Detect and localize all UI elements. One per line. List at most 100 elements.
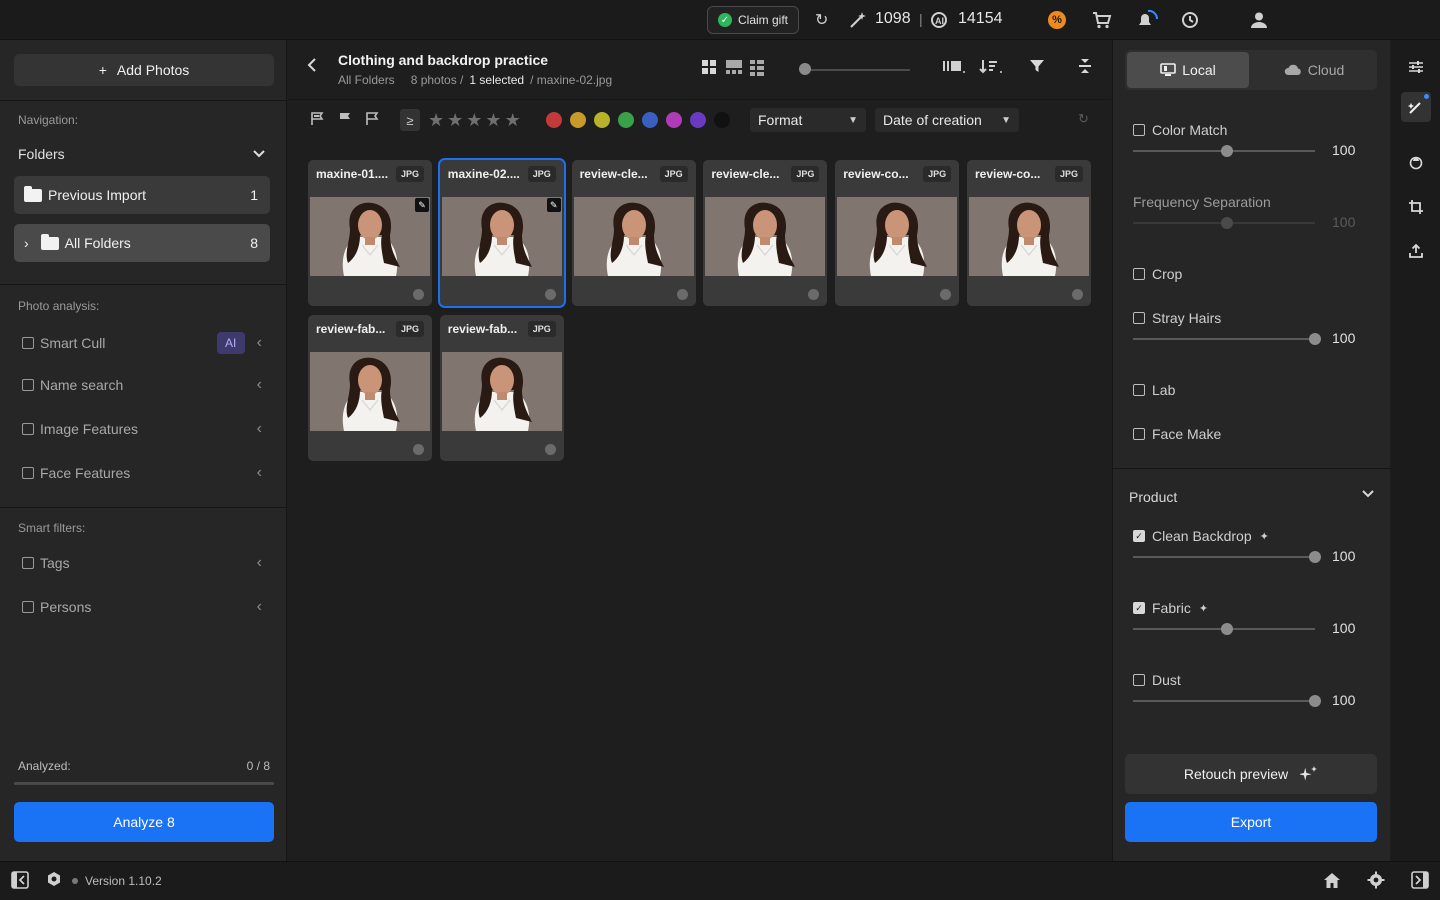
star-icon[interactable]: ★ — [505, 110, 521, 131]
chevron-left-icon[interactable]: ‹ — [257, 598, 262, 616]
chevron-right-icon[interactable]: › — [24, 235, 29, 251]
checkbox[interactable] — [1133, 428, 1145, 440]
reset-filters-icon[interactable]: ↻ — [1078, 111, 1089, 127]
color-label-dot[interactable] — [594, 112, 610, 128]
photo-thumbnail-card[interactable]: review-co... JPG — [967, 160, 1091, 306]
retouch-option[interactable]: Stray Hairs — [1133, 310, 1373, 326]
notifications-bell-icon[interactable] — [1135, 9, 1159, 31]
rating-stars[interactable]: ★ ★ ★ ★ ★ — [428, 110, 521, 131]
filter-funnel-icon[interactable] — [1029, 58, 1045, 79]
checkbox[interactable]: ✓ — [1133, 602, 1145, 614]
intensity-slider[interactable] — [1133, 623, 1315, 635]
retouch-option[interactable]: Frequency Separation — [1133, 194, 1373, 210]
checkbox[interactable] — [22, 557, 34, 569]
stack-icon[interactable] — [942, 58, 966, 79]
color-label-dot[interactable] — [642, 112, 658, 128]
chevron-left-icon[interactable]: ‹ — [257, 554, 262, 572]
history-icon[interactable] — [1180, 9, 1200, 31]
color-label-dot[interactable] — [570, 112, 586, 128]
sort-dropdown[interactable]: Date of creation ▼ — [875, 108, 1019, 132]
photo-thumbnail-card[interactable]: review-cle... JPG — [571, 160, 696, 306]
user-account-icon[interactable] — [1250, 9, 1268, 31]
slider-knob[interactable] — [1309, 551, 1321, 563]
slider-knob[interactable] — [1221, 623, 1233, 635]
photo-thumbnail-image[interactable] — [573, 197, 694, 276]
filter-image-features[interactable]: Image Features ‹ — [22, 420, 262, 438]
tab-local[interactable]: Local — [1127, 52, 1249, 88]
discount-badge-icon[interactable]: % — [1048, 11, 1066, 29]
photo-thumbnail-image[interactable] — [705, 197, 826, 276]
folder-all-folders[interactable]: › All Folders 8 — [14, 224, 270, 262]
back-chevron-icon[interactable] — [306, 56, 318, 79]
photo-thumbnail-image[interactable] — [310, 197, 430, 276]
breadcrumb-root[interactable]: All Folders — [338, 73, 395, 87]
checkbox[interactable] — [22, 379, 34, 391]
retouch-tool-icon[interactable] — [1401, 92, 1431, 122]
star-icon[interactable]: ★ — [485, 110, 501, 131]
photo-thumbnail-card[interactable]: maxine-01.... JPG ✎ — [308, 160, 432, 306]
intensity-slider[interactable] — [1133, 333, 1321, 345]
checkbox[interactable] — [22, 337, 34, 349]
checkbox[interactable]: ✓ — [1133, 530, 1145, 542]
crop-icon[interactable] — [1405, 196, 1427, 218]
checkbox[interactable] — [1133, 384, 1145, 396]
flag-unflagged-icon[interactable] — [365, 112, 379, 129]
retouch-preview-button[interactable]: Retouch preview — [1125, 754, 1377, 794]
chevron-left-icon[interactable]: ‹ — [257, 334, 262, 352]
flag-reject-icon[interactable] — [338, 112, 352, 129]
retouch-option[interactable]: Face Make — [1133, 426, 1373, 442]
photo-thumbnail-card[interactable]: review-cle... JPG — [703, 160, 828, 306]
add-photos-button[interactable]: + Add Photos — [14, 54, 274, 86]
retouch-option[interactable]: Crop — [1133, 266, 1373, 282]
photo-thumbnail-image[interactable] — [441, 197, 562, 276]
filmstrip-view-icon[interactable] — [726, 60, 742, 74]
folder-previous-import[interactable]: Previous Import 1 — [14, 176, 270, 214]
checkbox[interactable] — [1133, 312, 1145, 324]
filter-face-features[interactable]: Face Features ‹ — [22, 464, 262, 482]
checkbox[interactable] — [1133, 124, 1145, 136]
thumbnail-size-slider[interactable] — [800, 69, 910, 71]
checkbox[interactable] — [22, 423, 34, 435]
chevron-left-icon[interactable]: ‹ — [257, 464, 262, 482]
export-upload-icon[interactable] — [1405, 240, 1427, 262]
intensity-slider[interactable] — [1133, 695, 1321, 707]
mask-icon[interactable] — [1405, 152, 1427, 174]
slider-knob[interactable] — [1309, 333, 1321, 345]
star-icon[interactable]: ★ — [447, 110, 463, 131]
checkbox[interactable] — [1133, 674, 1145, 686]
intensity-slider[interactable] — [1133, 145, 1315, 157]
product-section-header[interactable]: Product — [1129, 489, 1375, 505]
checkbox[interactable] — [22, 467, 34, 479]
photo-thumbnail-card[interactable]: review-fab... JPG — [439, 315, 564, 461]
checkbox[interactable] — [1133, 268, 1145, 280]
slider-knob[interactable] — [1221, 145, 1233, 157]
adjustments-sliders-icon[interactable] — [1405, 56, 1427, 78]
refresh-icon[interactable]: ↻ — [815, 9, 828, 31]
flag-pick-icon[interactable] — [310, 112, 324, 129]
photo-thumbnail-image[interactable] — [969, 197, 1089, 276]
color-label-dot[interactable] — [690, 112, 706, 128]
photo-thumbnail-image[interactable] — [310, 352, 430, 431]
home-icon[interactable] — [1322, 871, 1342, 894]
export-button[interactable]: Export — [1125, 802, 1377, 842]
settings-gear-icon[interactable] — [1367, 871, 1385, 894]
star-icon[interactable]: ★ — [428, 110, 444, 131]
collapse-left-panel-icon[interactable] — [11, 871, 29, 894]
color-label-dot[interactable] — [714, 112, 730, 128]
tab-cloud[interactable]: Cloud — [1253, 52, 1375, 88]
photo-thumbnail-image[interactable] — [441, 352, 562, 431]
retouch-option[interactable]: ✓ Clean Backdrop ✦ — [1133, 528, 1373, 544]
folders-header[interactable]: Folders — [18, 146, 266, 162]
rating-operator[interactable]: ≥ — [400, 109, 420, 131]
color-label-dot[interactable] — [666, 112, 682, 128]
photo-thumbnail-image[interactable] — [837, 197, 958, 276]
collapse-icon[interactable] — [1078, 58, 1092, 79]
checkbox[interactable] — [22, 601, 34, 613]
retouch-option[interactable]: Color Match — [1133, 122, 1373, 138]
chevron-left-icon[interactable]: ‹ — [257, 376, 262, 394]
photo-thumbnail-card[interactable]: review-co... JPG — [835, 160, 960, 306]
claim-gift-button[interactable]: ✓ Claim gift — [707, 6, 799, 34]
format-dropdown[interactable]: Format ▼ — [750, 108, 866, 132]
slider-knob[interactable] — [1309, 695, 1321, 707]
retouch-option[interactable]: Lab — [1133, 382, 1373, 398]
